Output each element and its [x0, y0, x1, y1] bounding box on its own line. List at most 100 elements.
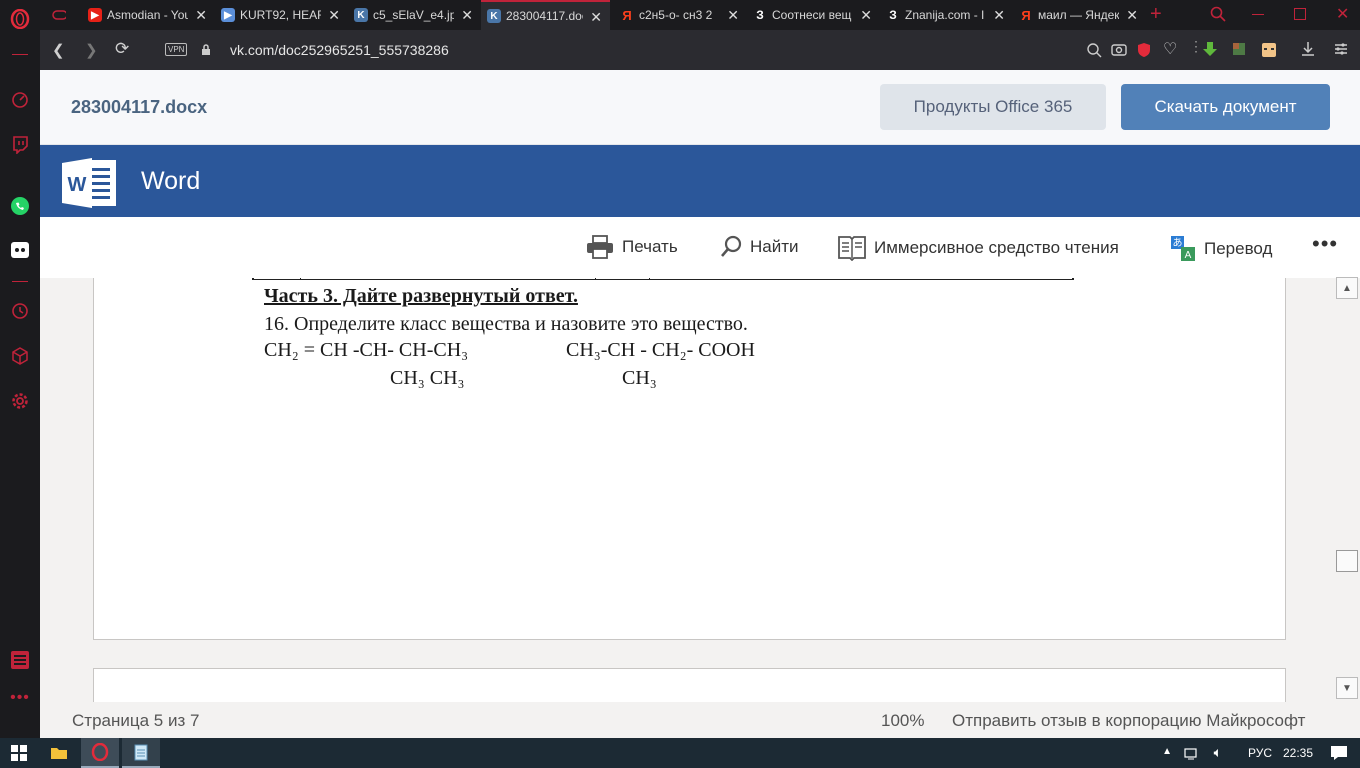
translate-command[interactable]: あA Перевод	[1170, 235, 1272, 263]
find-command[interactable]: Найти	[720, 235, 799, 259]
whatsapp-icon[interactable]	[8, 194, 32, 218]
forward-icon[interactable]: ❯	[85, 41, 98, 59]
scroll-down-button[interactable]: ▼	[1336, 677, 1358, 699]
sidebar-divider	[12, 54, 28, 55]
back-icon[interactable]: ❮	[52, 41, 65, 59]
formula-1-branches: CH₃ CH₃	[390, 367, 465, 389]
twitch-icon[interactable]	[8, 133, 32, 157]
close-tab-icon[interactable]: ✕	[590, 9, 602, 26]
cube-ext-icon[interactable]	[1232, 42, 1246, 61]
search-tabs-icon[interactable]	[1210, 6, 1226, 27]
close-tab-icon[interactable]: ✕	[1126, 7, 1138, 24]
volume-icon[interactable]: 🔈︎	[1214, 744, 1222, 761]
lock-icon[interactable]	[201, 43, 211, 61]
minimize-icon[interactable]	[1252, 14, 1264, 15]
gamepad-icon	[52, 8, 66, 22]
clock[interactable]: 22:35	[1283, 746, 1313, 760]
document-viewer: Часть 3. Дайте развернутый ответ. 16. Оп…	[40, 278, 1360, 702]
camera-icon[interactable]	[1111, 42, 1127, 61]
tab-3[interactable]: K c5_sElaV_e4.jpg ✕	[348, 0, 481, 30]
yandex-icon: Я	[622, 7, 632, 23]
opera-taskbar-icon[interactable]	[81, 738, 119, 768]
print-command[interactable]: Печать	[586, 235, 678, 259]
tab-5[interactable]: Я c2н5-о- сн3 2 ✕	[614, 0, 747, 30]
new-tab-icon[interactable]: +	[1150, 3, 1162, 26]
notepad-icon[interactable]	[122, 738, 160, 768]
tab-label: Znanija.com - I	[905, 8, 985, 22]
close-tab-icon[interactable]: ✕	[461, 7, 473, 24]
svg-text:A: A	[1185, 250, 1192, 261]
translate-label: Перевод	[1204, 239, 1273, 258]
youtube-icon: ▶	[88, 8, 102, 22]
file-explorer-icon[interactable]	[40, 738, 78, 768]
feedback-link[interactable]: Отправить отзыв в корпорацию Майкрософт	[952, 711, 1305, 731]
download-ext-icon[interactable]	[1202, 41, 1218, 62]
scrollbar-thumb[interactable]	[1336, 550, 1358, 572]
input-language[interactable]: РУС	[1248, 746, 1272, 760]
windows-start-icon[interactable]	[0, 738, 38, 768]
tab-1[interactable]: ▶ Asmodian - You ✕	[82, 0, 215, 30]
page-indicator: Страница 5 из 7	[72, 711, 200, 730]
immersive-reader-icon	[838, 236, 866, 261]
close-tab-icon[interactable]: ✕	[328, 7, 340, 24]
address-bar: ❮ ❯ ⟳ VPN vk.com/doc252965251_555738286 …	[40, 30, 1360, 70]
settings-gear-icon[interactable]	[8, 389, 32, 413]
avatar-ext-icon[interactable]	[1261, 42, 1277, 63]
more-options-icon[interactable]: •••	[1312, 231, 1338, 257]
tab-label: Asmodian - You	[107, 8, 188, 22]
document-next-page	[93, 668, 1286, 702]
tab-0[interactable]	[46, 0, 82, 30]
zoom-icon[interactable]	[1086, 42, 1102, 63]
tab-4-active[interactable]: K 283004117.doc ✕	[481, 0, 610, 30]
close-tab-icon[interactable]: ✕	[860, 7, 872, 24]
immersive-reader-label: Иммерсивное средство чтения	[874, 238, 1119, 257]
close-tab-icon[interactable]: ✕	[195, 7, 207, 24]
url-text[interactable]: vk.com/doc252965251_555738286	[230, 42, 449, 58]
tab-label: Соотнеси вещ	[772, 8, 852, 22]
sidebar-setup-icon[interactable]	[8, 648, 32, 672]
history-icon[interactable]	[8, 299, 32, 323]
close-tab-icon[interactable]: ✕	[993, 7, 1005, 24]
word-logo-icon: W	[62, 156, 116, 210]
tab-label: KURT92, HEAR	[240, 8, 321, 22]
vpn-badge[interactable]: VPN	[165, 43, 188, 56]
yandex-icon: Я	[1021, 7, 1031, 23]
formula-2-branch: CH₃	[622, 367, 657, 389]
tab-8[interactable]: Я маил — Яндек ✕	[1013, 0, 1146, 30]
office-products-button[interactable]: Продукты Office 365	[880, 84, 1106, 130]
heart-icon[interactable]: ♡	[1163, 39, 1177, 59]
web-page: 283004117.docx Продукты Office 365 Скача…	[40, 70, 1360, 738]
sidebar-more-icon[interactable]: •••	[8, 686, 32, 710]
easy-setup-icon[interactable]	[1333, 41, 1349, 62]
tab-2[interactable]: ▶ KURT92, HEAR ✕	[215, 0, 348, 30]
document-page: Часть 3. Дайте развернутый ответ. 16. Оп…	[93, 278, 1286, 640]
downloads-icon[interactable]	[1300, 41, 1316, 62]
network-icon[interactable]	[1184, 746, 1200, 763]
speed-dial-icon[interactable]	[8, 88, 32, 112]
tab-6[interactable]: З Соотнеси вещ ✕	[747, 0, 880, 30]
word-header: W Word	[40, 145, 1360, 217]
extensions-cube-icon[interactable]	[8, 344, 32, 368]
adblock-shield-icon[interactable]	[1137, 42, 1151, 63]
notifications-icon[interactable]	[1330, 745, 1348, 764]
discord-icon[interactable]	[8, 238, 32, 262]
tray-expand-icon[interactable]: ▲	[1162, 746, 1172, 757]
reload-icon[interactable]: ⟳	[115, 39, 129, 59]
restore-icon[interactable]	[1294, 8, 1306, 20]
close-tab-icon[interactable]: ✕	[727, 7, 739, 24]
search-icon	[721, 235, 742, 257]
opera-menu-icon[interactable]	[8, 7, 32, 31]
close-window-icon[interactable]: ✕	[1336, 4, 1349, 24]
vk-document-header: 283004117.docx Продукты Office 365 Скача…	[40, 70, 1360, 145]
printer-icon	[587, 235, 613, 259]
scroll-up-button[interactable]: ▲	[1336, 277, 1358, 299]
browser-sidebar: •••	[0, 0, 40, 738]
tab-label: маил — Яндек	[1038, 8, 1119, 22]
immersive-reader-command[interactable]: Иммерсивное средство чтения	[838, 235, 1119, 261]
svg-text:W: W	[68, 174, 87, 196]
download-document-button[interactable]: Скачать документ	[1121, 84, 1330, 130]
table-border	[252, 279, 1074, 280]
find-label: Найти	[750, 237, 799, 256]
tab-7[interactable]: З Znanija.com - I ✕	[880, 0, 1013, 30]
zoom-level[interactable]: 100%	[881, 711, 924, 731]
